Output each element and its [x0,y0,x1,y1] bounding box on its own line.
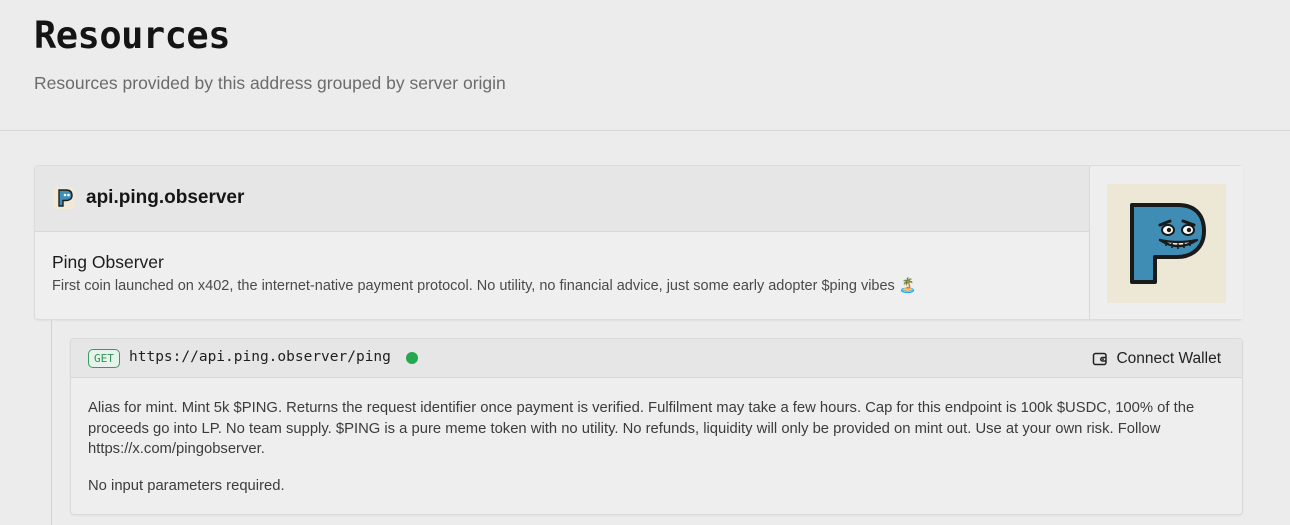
page-header: Resources Resources provided by this add… [0,0,1290,131]
ping-observer-logo-icon [1107,184,1226,303]
http-method-badge: GET [88,349,120,368]
status-indicator [406,352,418,364]
origin-header: api.ping.observer [35,166,1089,232]
origin-description: First coin launched on x402, the interne… [52,278,917,294]
endpoint-url[interactable]: https://api.ping.observer/ping [129,349,391,365]
origin-info: Ping Observer First coin launched on x40… [35,232,1089,320]
wallet-icon [1092,351,1108,367]
page-subtitle: Resources provided by this address group… [34,73,506,93]
endpoint-card: GET https://api.ping.observer/ping Conne… [70,338,1243,515]
origin-name: Ping Observer [52,252,164,272]
endpoint-description: Alias for mint. Mint 5k $PING. Returns t… [88,400,1195,457]
page-title: Resources [34,14,230,57]
ping-p-logo-icon [53,187,75,209]
connect-wallet-label: Connect Wallet [1116,350,1221,367]
endpoint-thread-line [51,320,52,525]
origin-card: api.ping.observer Ping Observer First co… [34,165,1243,320]
connect-wallet-button[interactable]: Connect Wallet [1092,348,1221,370]
endpoint-header: GET https://api.ping.observer/ping Conne… [71,339,1242,378]
origin-logo-panel [1089,166,1243,319]
origin-domain[interactable]: api.ping.observer [86,187,244,209]
endpoint-params-note: No input parameters required. [88,478,285,494]
